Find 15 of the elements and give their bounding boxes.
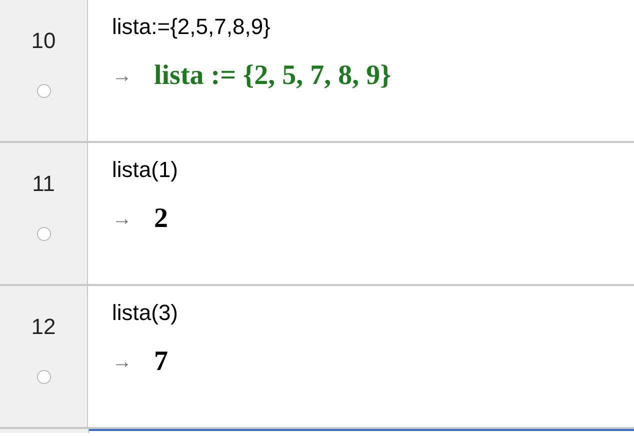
row-number: 12 (31, 314, 56, 340)
output-result: 2 (154, 203, 168, 235)
arrow-text: → (112, 350, 132, 374)
row-number: 10 (31, 28, 56, 54)
output-result: 7 (154, 346, 168, 378)
arrow-text: → (112, 208, 132, 230)
visibility-toggle[interactable] (36, 84, 50, 98)
output-result: lista := {2, 5, 7, 8, 9} (154, 60, 392, 92)
visibility-toggle[interactable] (36, 227, 50, 241)
input-expression[interactable]: lista:={2,5,7,8,9} (112, 14, 634, 40)
input-expression[interactable]: lista(3) (112, 300, 634, 326)
arrow-text: → (112, 64, 132, 88)
input-expression[interactable]: lista(1) (112, 157, 634, 183)
visibility-toggle[interactable] (36, 370, 50, 384)
row-number: 11 (32, 171, 55, 197)
